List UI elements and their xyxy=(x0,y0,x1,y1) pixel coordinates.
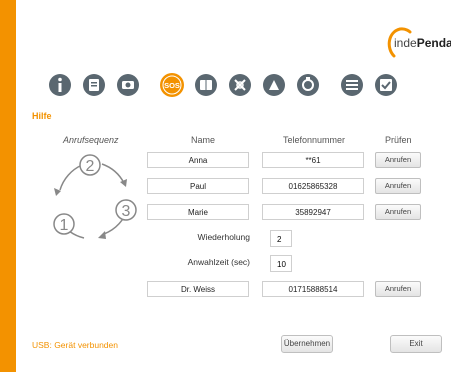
contact-phone-field[interactable]: **61 xyxy=(262,152,364,168)
book-icon[interactable] xyxy=(80,71,108,99)
col-header-sequence: Anrufsequenz xyxy=(63,135,119,145)
orange-sidebar xyxy=(0,0,16,372)
fall-icon[interactable] xyxy=(260,71,288,99)
info-icon[interactable] xyxy=(46,71,74,99)
repeat-input[interactable]: 2 xyxy=(270,230,292,247)
sequence-step-2: 2 xyxy=(79,154,101,176)
section-title: Hilfe xyxy=(32,111,52,121)
call-button[interactable]: Anrufen xyxy=(375,178,421,194)
contact-name-field[interactable]: Anna xyxy=(147,152,249,168)
logo-text: indePendan xyxy=(394,36,451,50)
doctor-name-field[interactable]: Dr. Weiss xyxy=(147,281,249,297)
logo-text-light: inde xyxy=(394,36,417,50)
usb-status: USB: Gerät verbunden xyxy=(32,340,118,350)
svg-text:2: 2 xyxy=(86,158,95,175)
col-header-phone: Telefonnummer xyxy=(283,135,346,145)
svg-text:1: 1 xyxy=(60,217,69,234)
sequence-step-3: 3 xyxy=(115,199,137,221)
doctor-phone-field[interactable]: 01715888514 xyxy=(262,281,364,297)
svg-text:SOS: SOS xyxy=(164,81,180,90)
call-sequence-diagram: 2 3 1 xyxy=(53,154,137,239)
contacts-icon[interactable] xyxy=(192,71,220,99)
repeat-label: Wiederholung xyxy=(197,232,250,242)
contact-phone-field[interactable]: 35892947 xyxy=(262,204,364,220)
svg-text:3: 3 xyxy=(122,203,131,220)
dial-time-input[interactable]: 10 xyxy=(270,255,292,272)
exit-button[interactable]: Exit xyxy=(390,335,442,353)
call-button[interactable]: Anrufen xyxy=(375,152,421,168)
settings-icon[interactable] xyxy=(338,71,366,99)
toolbar: SOS xyxy=(46,71,446,105)
map-icon[interactable] xyxy=(226,71,254,99)
sequence-step-1: 1 xyxy=(53,213,75,235)
col-header-name: Name xyxy=(191,135,216,145)
logo-text-bold: Pendan xyxy=(416,36,451,50)
check-icon[interactable] xyxy=(372,71,400,99)
camera-icon[interactable] xyxy=(114,71,142,99)
apply-button[interactable]: Übernehmen xyxy=(281,335,333,353)
contact-name-field[interactable]: Paul xyxy=(147,178,249,194)
col-header-check: Prüfen xyxy=(385,135,412,145)
call-button[interactable]: Anrufen xyxy=(375,204,421,220)
bracelet-icon[interactable] xyxy=(294,71,322,99)
contact-phone-field[interactable]: 01625865328 xyxy=(262,178,364,194)
sos-icon[interactable]: SOS xyxy=(158,71,186,99)
contact-name-field[interactable]: Marie xyxy=(147,204,249,220)
doctor-call-button[interactable]: Anrufen xyxy=(375,281,421,297)
brand-logo: indePendan xyxy=(386,26,451,58)
dial-time-label: Anwahlzeit (sec) xyxy=(187,257,250,267)
